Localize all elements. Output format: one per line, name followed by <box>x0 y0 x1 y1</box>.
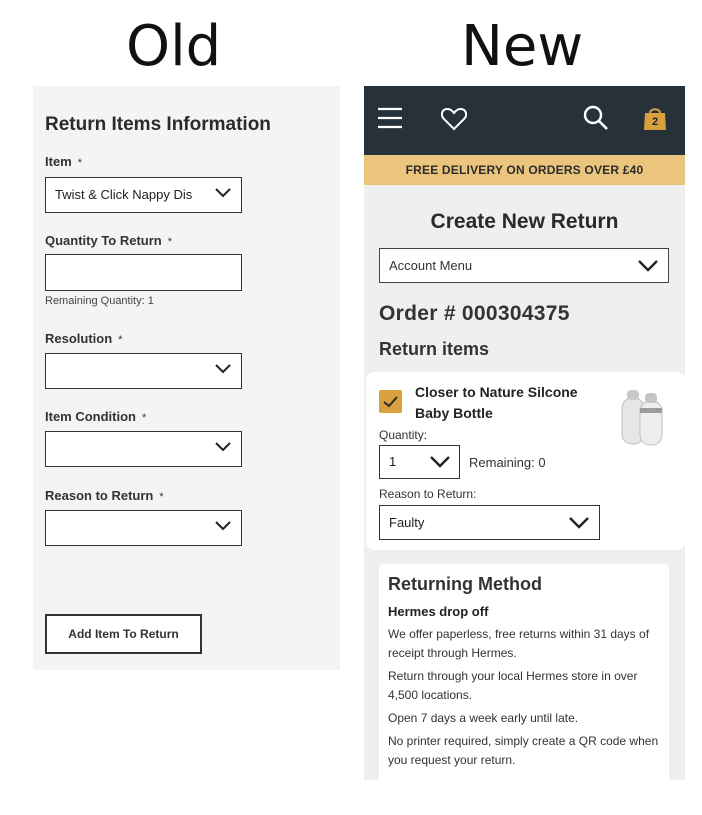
method-paragraph: We offer paperless, free returns within … <box>388 627 650 660</box>
reason-label: Reason to Return: <box>379 487 477 501</box>
bag-icon[interactable]: 2 <box>642 105 668 131</box>
chevron-down-icon <box>215 364 231 374</box>
condition-select[interactable] <box>45 431 242 467</box>
resolution-label-text: Resolution <box>45 331 113 346</box>
item-name: Closer to Nature Silcone Baby Bottle <box>415 384 578 421</box>
method-paragraph: Open 7 days a week early until late. <box>388 711 579 725</box>
returning-method-title: Returning Method <box>388 574 542 594</box>
top-navigation-bar: 2 <box>364 86 685 155</box>
search-icon[interactable] <box>583 105 609 131</box>
item-checkbox[interactable] <box>379 390 402 413</box>
remaining-quantity: Remaining Quantity: 1 <box>45 295 154 307</box>
return-item-card: Closer to Nature Silcone Baby Bottle Qua… <box>366 372 685 550</box>
reason-label: Reason to Return * <box>45 488 164 503</box>
resolution-label: Resolution * <box>45 331 122 346</box>
required-mark: * <box>142 412 147 424</box>
item-select[interactable]: Twist & Click Nappy Dis <box>45 177 242 213</box>
required-mark: * <box>118 334 123 346</box>
item-label: Item * <box>45 154 82 169</box>
method-paragraph: No printer required, simply create a QR … <box>388 734 659 767</box>
condition-label: Item Condition * <box>45 409 146 424</box>
reason-select[interactable] <box>45 510 242 546</box>
account-menu-select[interactable]: Account Menu <box>379 248 669 283</box>
add-item-button[interactable]: Add Item To Return <box>45 614 202 654</box>
menu-icon[interactable] <box>378 107 402 129</box>
required-mark: * <box>159 491 164 503</box>
item-label-text: Item <box>45 154 72 169</box>
old-return-form: Return Items Information Item * Twist & C… <box>33 86 340 670</box>
page-title: Create New Return <box>430 210 619 233</box>
cart-count: 2 <box>651 116 659 128</box>
method-subtitle: Hermes drop off <box>388 604 489 619</box>
required-mark: * <box>77 157 83 169</box>
reason-select[interactable]: Faulty <box>379 505 600 540</box>
chevron-down-icon <box>430 456 450 468</box>
chevron-down-icon <box>215 442 231 452</box>
promo-banner: FREE DELIVERY ON ORDERS OVER £40 <box>364 155 685 185</box>
method-paragraph: Return through your local Hermes store i… <box>388 669 638 702</box>
quantity-label: Quantity To Return * <box>45 233 172 248</box>
item-select-value: Twist & Click Nappy Dis <box>55 187 193 202</box>
quantity-select[interactable]: 1 <box>379 445 460 479</box>
quantity-value: 1 <box>389 454 397 469</box>
quantity-label: Quantity: <box>379 428 428 442</box>
chevron-down-icon <box>569 517 589 529</box>
required-mark: * <box>167 236 173 248</box>
chevron-down-icon <box>638 260 658 272</box>
quantity-label-text: Quantity To Return <box>45 233 162 248</box>
quantity-input[interactable] <box>45 254 242 291</box>
reason-label-text: Reason to Return <box>45 488 154 503</box>
order-number: Order # 000304375 <box>379 302 570 325</box>
remaining-quantity: Remaining: 0 <box>469 455 546 470</box>
new-heading: New <box>461 14 584 79</box>
new-return-screen: 2 FREE DELIVERY ON ORDERS OVER £40 Creat… <box>364 86 685 780</box>
heart-icon[interactable] <box>441 107 467 131</box>
returning-method-card: Returning Method Hermes drop off We offe… <box>379 564 669 780</box>
old-form-title: Return Items Information <box>45 114 271 135</box>
chevron-down-icon <box>215 521 231 531</box>
baby-bottle-image <box>621 390 663 446</box>
account-menu-value: Account Menu <box>389 258 473 273</box>
return-items-heading: Return items <box>379 339 490 359</box>
chevron-down-icon <box>215 188 231 198</box>
resolution-select[interactable] <box>45 353 242 389</box>
checkmark-icon <box>383 396 398 408</box>
old-heading: Old <box>126 14 222 79</box>
condition-label-text: Item Condition <box>45 409 136 424</box>
reason-value: Faulty <box>389 515 425 530</box>
